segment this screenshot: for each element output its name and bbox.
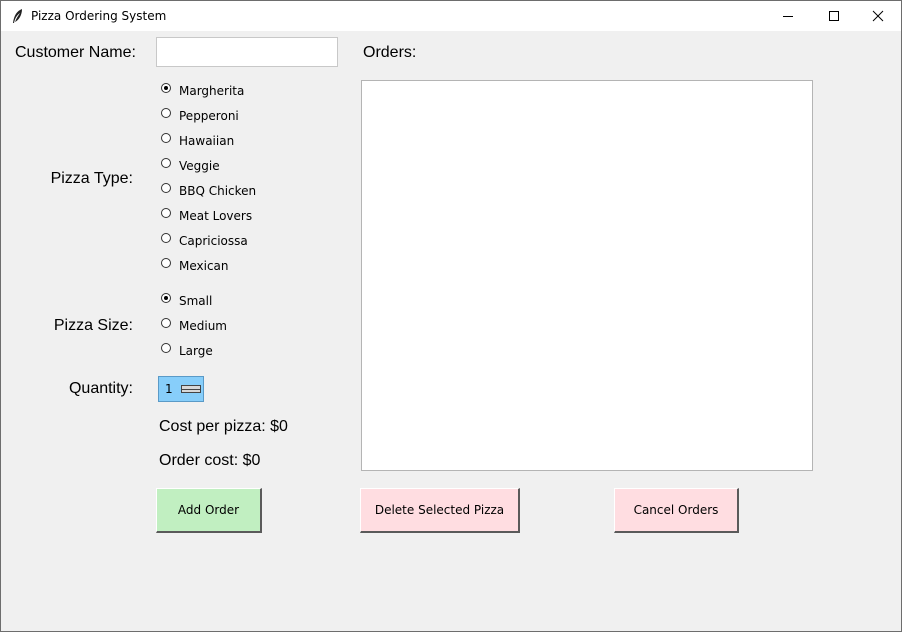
radio-selected-icon [161,293,171,303]
pizza-type-option-mexican[interactable]: Mexican [161,257,229,275]
radio-icon [161,208,171,218]
radio-label: Pepperoni [179,109,239,123]
quantity-label: Quantity: [68,380,133,397]
radio-selected-icon [161,83,171,93]
radio-label: Veggie [179,159,220,173]
title-bar[interactable]: Pizza Ordering System [1,1,901,31]
pizza-type-option-margherita[interactable]: Margherita [161,82,244,100]
radio-icon [161,258,171,268]
radio-icon [161,183,171,193]
radio-icon [161,233,171,243]
close-icon [872,10,884,22]
cancel-orders-button[interactable]: Cancel Orders [614,488,739,533]
quantity-value: 1 [165,382,173,396]
radio-icon [161,158,171,168]
orders-label: Orders: [363,44,417,61]
feather-icon [11,8,25,24]
add-order-button[interactable]: Add Order [156,488,262,533]
pizza-type-label: Pizza Type: [50,170,133,187]
cost-per-pizza-text: Cost per pizza: $0 [159,418,288,435]
radio-label: BBQ Chicken [179,184,257,198]
app-window: Pizza Ordering System Customer Name: Ord… [0,0,902,632]
order-cost-text: Order cost: $0 [159,452,261,469]
pizza-type-option-meat-lovers[interactable]: Meat Lovers [161,207,252,225]
minimize-icon [782,10,794,22]
customer-name-input[interactable] [156,37,338,67]
radio-label: Meat Lovers [179,209,253,223]
radio-label: Hawaiian [179,134,235,148]
pizza-type-option-pepperoni[interactable]: Pepperoni [161,107,239,125]
pizza-size-option-large[interactable]: Large [161,342,213,360]
radio-label: Capriciossa [179,234,248,248]
maximize-icon [828,10,840,22]
radio-icon [161,318,171,328]
close-button[interactable] [855,1,901,31]
orders-listbox[interactable] [361,80,813,471]
radio-icon [161,133,171,143]
spin-arrows-icon[interactable] [181,385,201,393]
radio-label: Large [179,344,213,358]
pizza-type-option-hawaiian[interactable]: Hawaiian [161,132,234,150]
pizza-size-label: Pizza Size: [53,317,133,334]
radio-icon [161,343,171,353]
pizza-type-option-veggie[interactable]: Veggie [161,157,220,175]
radio-icon [161,108,171,118]
maximize-button[interactable] [811,1,857,31]
quantity-spinbox[interactable]: 1 [158,376,204,402]
window-title: Pizza Ordering System [31,9,167,23]
pizza-size-option-medium[interactable]: Medium [161,317,227,335]
pizza-size-option-small[interactable]: Small [161,292,212,310]
radio-label: Mexican [179,259,229,273]
pizza-type-option-bbq-chicken[interactable]: BBQ Chicken [161,182,256,200]
radio-label: Margherita [179,84,245,98]
pizza-type-option-capriciossa[interactable]: Capriciossa [161,232,248,250]
delete-selected-pizza-button[interactable]: Delete Selected Pizza [360,488,520,533]
radio-label: Medium [179,319,227,333]
minimize-button[interactable] [765,1,811,31]
radio-label: Small [179,294,213,308]
customer-name-label: Customer Name: [15,44,136,61]
